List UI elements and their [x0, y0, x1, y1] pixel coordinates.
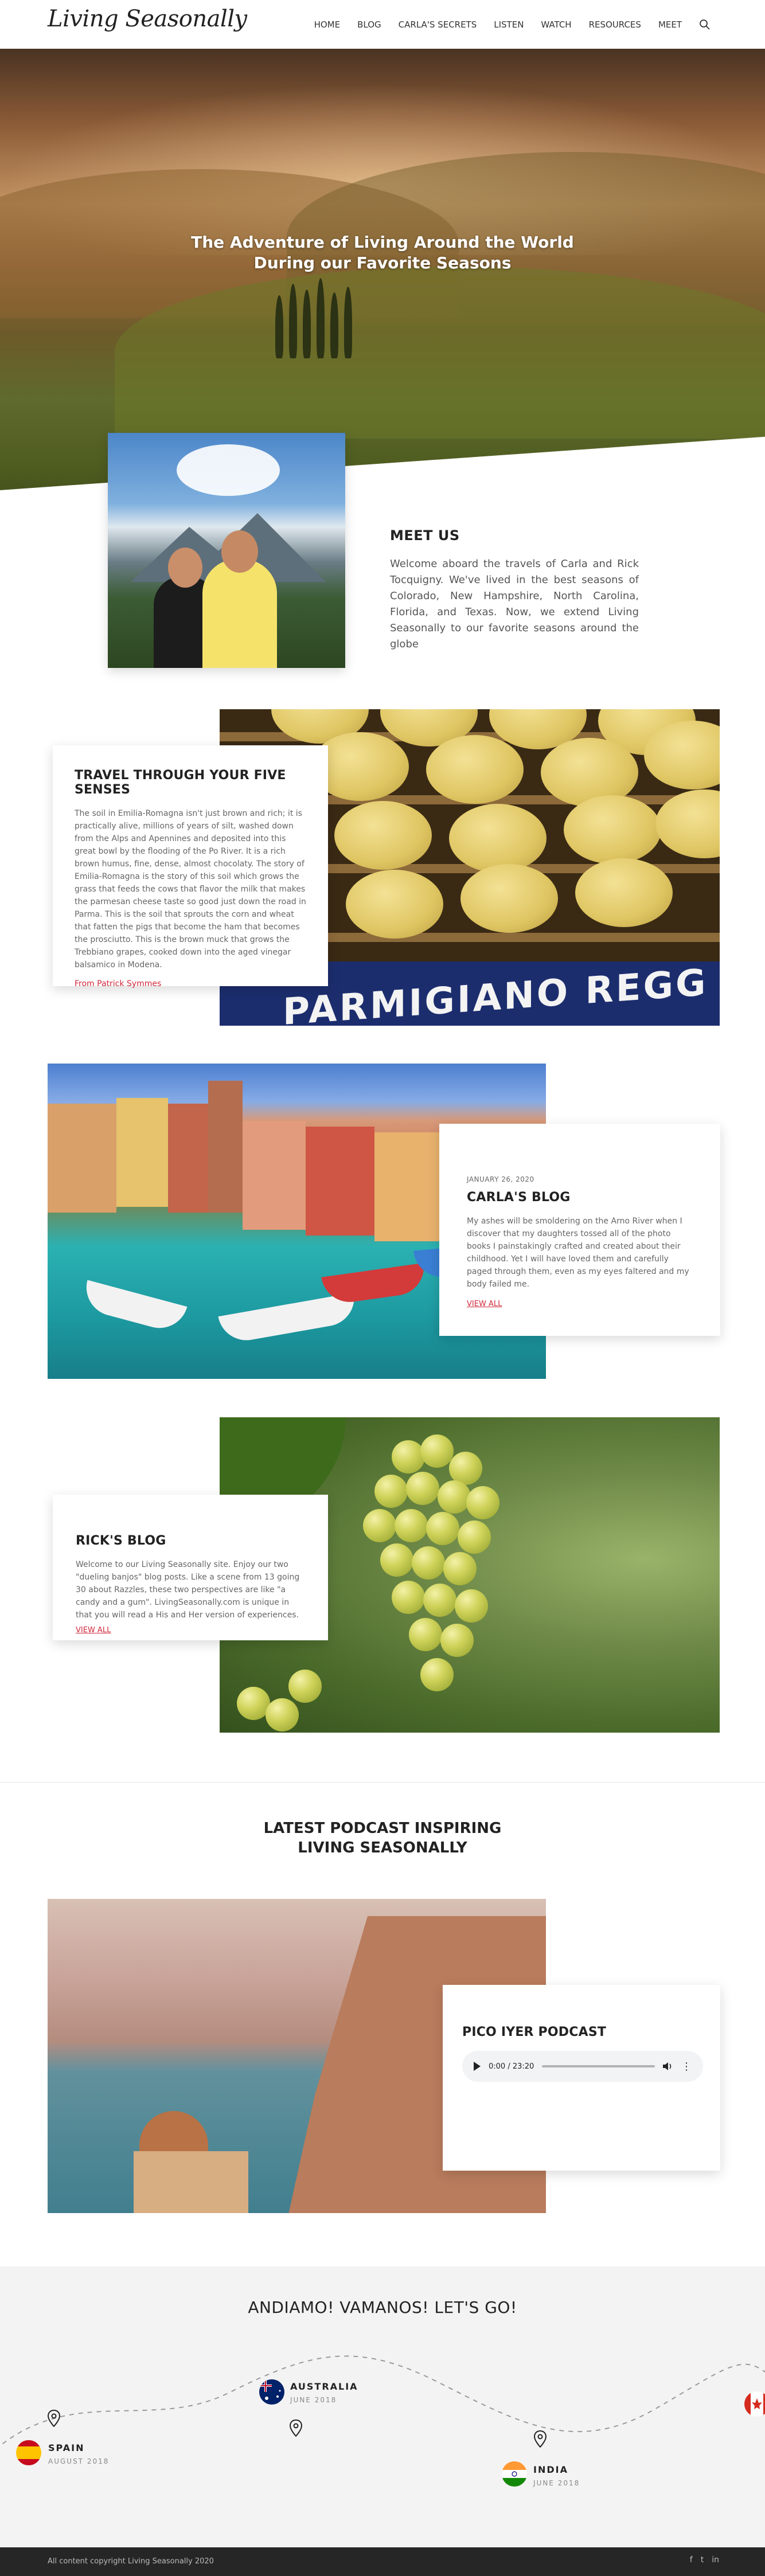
hero-title-line: The Adventure of Living Around the World: [191, 233, 574, 252]
podcast-card: PICO IYER PODCAST 0:00 / 23:20 ⋮: [443, 1985, 720, 2171]
carlas-blog-view-all[interactable]: VIEW ALL: [467, 1300, 502, 1308]
australia-flag-icon: [259, 2379, 284, 2405]
meet-us-title: MEET US: [390, 527, 460, 544]
linkedin-icon[interactable]: in: [712, 2555, 719, 2565]
ricks-blog-text: Welcome to our Living Seasonally site. E…: [76, 1560, 300, 1620]
podcast-card-title: PICO IYER PODCAST: [462, 2025, 607, 2039]
nav-blog[interactable]: BLOG: [357, 19, 381, 30]
carlas-blog-date: JANUARY 26, 2020: [467, 1175, 534, 1183]
podcast-audio-player: 0:00 / 23:20 ⋮: [462, 2051, 703, 2082]
travel-stop-name: AUSTRALIA: [290, 2381, 358, 2392]
nav-carlas-secrets[interactable]: CARLA'S SECRETS: [399, 19, 477, 30]
ricks-blog-view-all[interactable]: VIEW ALL: [76, 1626, 111, 1635]
carlas-blog-card: JANUARY 26, 2020 CARLA'S BLOG My ashes w…: [439, 1124, 720, 1336]
more-options-icon[interactable]: ⋮: [681, 2061, 692, 2073]
site-header: Living Seasonally HOME BLOG CARLA'S SECR…: [0, 0, 765, 49]
facebook-icon[interactable]: f: [690, 2555, 693, 2565]
india-flag-icon: [502, 2461, 527, 2487]
meet-us-text: Welcome aboard the travels of Carla and …: [390, 558, 639, 650]
main-nav: HOME BLOG CARLA'S SECRETS LISTEN WATCH R…: [297, 19, 711, 30]
senses-author[interactable]: From Patrick Symmes: [75, 979, 306, 988]
map-pin-icon: [47, 2410, 61, 2427]
senses-text: The soil in Emilia-Romagna isn't just br…: [75, 809, 306, 970]
nav-watch[interactable]: WATCH: [541, 19, 571, 30]
travel-stop-date: JUNE 2018: [290, 2396, 337, 2404]
site-footer: All content copyright Living Seasonally …: [0, 2547, 765, 2576]
section-divider: [0, 1782, 765, 1783]
travel-stop-date: JUNE 2018: [533, 2479, 580, 2487]
senses-card: TRAVEL THROUGH YOUR FIVE SENSES The soil…: [53, 745, 328, 988]
footer-copyright: All content copyright Living Seasonally …: [48, 2557, 214, 2566]
ricks-blog-title[interactable]: RICK'S BLOG: [76, 1534, 305, 1548]
couple-photo: [108, 433, 345, 668]
travel-stop-name: SPAIN: [48, 2442, 85, 2453]
social-links: f t in: [690, 2555, 719, 2565]
travel-stop-name: INDIA: [533, 2464, 568, 2475]
volume-icon[interactable]: [663, 2062, 673, 2071]
hero-cypress-trees: [270, 278, 384, 358]
hero-hill: [115, 267, 765, 439]
cheese-sign-text: PARMIGIANO REGG: [283, 961, 708, 1026]
travel-route-line: [0, 2355, 765, 2447]
senses-title: TRAVEL THROUGH YOUR FIVE SENSES: [75, 768, 286, 797]
podcast-section-title: LATEST PODCAST INSPIRING LIVING SEASONAL…: [0, 1819, 765, 1858]
nav-listen[interactable]: LISTEN: [494, 19, 524, 30]
travel-stop-date: AUGUST 2018: [48, 2457, 110, 2465]
canada-flag-icon[interactable]: [744, 2391, 765, 2417]
hero-title-line: During our Favorite Seasons: [253, 253, 512, 272]
twitter-icon[interactable]: t: [701, 2555, 704, 2565]
audio-time: 0:00 / 23:20: [489, 2062, 534, 2071]
play-icon[interactable]: [474, 2062, 481, 2071]
nav-resources[interactable]: RESOURCES: [589, 19, 641, 30]
carlas-blog-text: My ashes will be smoldering on the Arno …: [467, 1217, 689, 1289]
podcast-section-title-line: LIVING SEASONALLY: [298, 1839, 467, 1856]
travel-map-section: ANDIAMO! VAMANOS! LET'S GO! SPAIN AUGUST…: [0, 2266, 765, 2547]
search-icon[interactable]: [699, 19, 711, 30]
carlas-blog-title[interactable]: CARLA'S BLOG: [467, 1190, 693, 1205]
podcast-section-title-line: LATEST PODCAST INSPIRING: [263, 1820, 502, 1837]
map-pin-icon: [289, 2419, 303, 2437]
map-pin-icon: [533, 2430, 547, 2448]
audio-progress-bar[interactable]: [542, 2065, 655, 2067]
site-logo[interactable]: Living Seasonally: [48, 6, 247, 32]
hero-title: The Adventure of Living Around the World…: [0, 232, 765, 273]
spain-flag-icon: [16, 2440, 41, 2465]
ricks-blog-card: RICK'S BLOG Welcome to our Living Season…: [53, 1495, 328, 1640]
nav-meet[interactable]: MEET: [658, 19, 682, 30]
nav-home[interactable]: HOME: [314, 19, 341, 30]
